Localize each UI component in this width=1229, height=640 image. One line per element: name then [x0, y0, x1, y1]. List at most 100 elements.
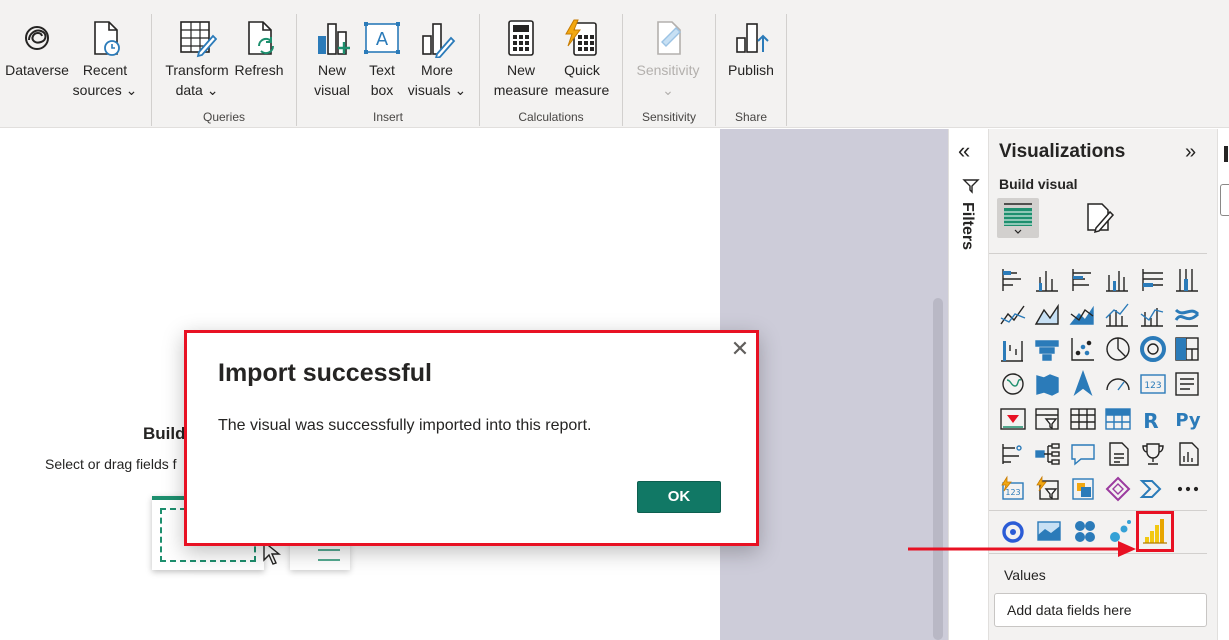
clustered-bar-chart-icon[interactable] [1072, 269, 1091, 291]
filters-label[interactable]: Filters [958, 202, 976, 250]
power-bi-window: Dataverse Recent sources ⌄ Transform dat… [0, 0, 1229, 640]
sensitivity-button[interactable]: Sensitivity ⌄ [632, 18, 704, 100]
format-visual-tab[interactable] [1082, 200, 1118, 236]
line-and-clustered-column-icon[interactable] [1140, 308, 1164, 327]
build-visual-subtitle: Select or drag fields f [45, 456, 177, 472]
filters-expand-icon[interactable]: « [958, 138, 970, 164]
waterfall-chart-icon[interactable] [1001, 341, 1023, 362]
power-apps-icon[interactable] [1105, 476, 1131, 502]
filled-map-icon[interactable] [1036, 374, 1059, 396]
multi-row-card-icon[interactable] [1175, 372, 1199, 396]
dialog-close-icon[interactable]: ✕ [728, 338, 752, 362]
calculations-group-label: Calculations [518, 110, 584, 124]
transform-data-button[interactable]: Transform data ⌄ [162, 18, 232, 100]
kpi-icon[interactable] [1000, 408, 1026, 430]
100-stacked-bar-chart-icon[interactable] [1142, 269, 1163, 291]
data-pane-search-edge[interactable] [1220, 184, 1229, 216]
share-group-label: Share [734, 110, 768, 124]
recent-sources-label-1: Recent [82, 62, 128, 78]
azure-map-icon[interactable] [1073, 369, 1093, 396]
add-data-fields-dropzone[interactable]: Add data fields here [994, 593, 1207, 627]
transform-data-icon [180, 21, 217, 58]
decomposition-tree-icon[interactable] [1035, 443, 1060, 465]
transform-data-label-2: data ⌄ [175, 82, 219, 98]
custom-visual-1-icon[interactable] [1002, 521, 1024, 543]
custom-visual-3-icon[interactable] [1075, 521, 1095, 542]
ok-button[interactable]: OK [637, 481, 721, 513]
line-and-column-chart-icon[interactable] [1105, 303, 1129, 327]
build-visual-tab[interactable] [997, 198, 1039, 238]
quick-measure-button[interactable]: Quick measure [552, 18, 612, 100]
scatter-chart-icon[interactable] [1071, 338, 1094, 361]
power-automate-flow-icon[interactable] [1139, 480, 1162, 498]
line-chart-icon[interactable] [1000, 305, 1026, 325]
annotation-arrow-icon [908, 541, 1136, 557]
canvas-scrollbar[interactable] [933, 298, 943, 640]
text-box-label-1: Text [369, 62, 395, 78]
dataverse-label: Dataverse [5, 62, 69, 78]
svg-text:123: 123 [1144, 381, 1161, 391]
build-visual-title: Build [143, 424, 186, 443]
refresh-button[interactable]: Refresh [232, 18, 286, 80]
publish-label: Publish [728, 62, 774, 78]
dataverse-button[interactable]: Dataverse [4, 18, 70, 80]
clustered-column-chart-icon[interactable] [1106, 271, 1128, 292]
python-visual-icon[interactable]: Py [1175, 410, 1201, 431]
key-influencers-icon[interactable] [1002, 444, 1022, 464]
import-success-dialog: ✕ Import successful The visual was succe… [184, 330, 759, 546]
new-measure-button[interactable]: New measure [490, 18, 552, 100]
donut-chart-icon[interactable] [1140, 336, 1166, 362]
custom-visual-2-icon[interactable] [1037, 521, 1061, 541]
r-script-visual-icon[interactable]: R [1143, 409, 1158, 433]
more-visuals-label-2: visuals ⌄ [407, 82, 467, 98]
visualizations-title: Visualizations [999, 141, 1126, 162]
power-automate-icon[interactable] [1072, 478, 1094, 500]
dialog-message: The visual was successfully imported int… [218, 417, 592, 434]
map-icon[interactable] [1002, 373, 1024, 395]
sensitivity-group-label: Sensitivity [641, 110, 697, 124]
publish-button[interactable]: Publish [724, 18, 778, 80]
ribbon: Dataverse Recent sources ⌄ Transform dat… [0, 0, 1229, 128]
queries-group-label: Queries [202, 110, 246, 124]
smart-narrative-icon[interactable] [1109, 442, 1129, 466]
custom-visual-4-icon[interactable] [1110, 520, 1131, 542]
metrics-card-icon[interactable]: 123 [1001, 475, 1024, 500]
gauge-icon[interactable] [1106, 378, 1130, 391]
calculator-icon [508, 20, 534, 56]
recent-sources-button[interactable]: Recent sources ⌄ [72, 18, 138, 100]
stacked-area-chart-icon[interactable] [1069, 305, 1094, 325]
goals-icon[interactable] [1142, 443, 1164, 465]
treemap-icon[interactable] [1175, 337, 1199, 361]
more-visuals-button[interactable]: More visuals ⌄ [407, 18, 467, 100]
quick-measure-label-2: measure [554, 82, 610, 98]
area-chart-icon[interactable] [1034, 303, 1059, 325]
paginated-report-icon[interactable] [1179, 442, 1199, 466]
visualizations-collapse-icon[interactable]: » [1185, 141, 1196, 164]
pie-chart-icon[interactable] [1106, 337, 1130, 361]
slicer-icon[interactable] [1035, 408, 1059, 430]
svg-text:Py: Py [1175, 410, 1201, 431]
stacked-bar-chart-icon[interactable] [1002, 269, 1021, 291]
visual-types-gallery: 123 R Py 123 [1000, 269, 1201, 502]
text-box-button[interactable]: A Text box [358, 18, 406, 100]
refresh-icon [248, 21, 275, 55]
refresh-label: Refresh [234, 62, 284, 78]
more-options-icon[interactable] [1177, 486, 1199, 492]
power-apps-filter-icon[interactable] [1036, 475, 1059, 500]
data-pane-edge-marker [1224, 146, 1228, 162]
matrix-icon[interactable] [1105, 408, 1131, 430]
text-box-label-2: box [370, 82, 394, 98]
funnel-chart-icon[interactable] [1035, 340, 1059, 361]
new-visual-button[interactable]: New visual [307, 18, 357, 100]
new-visual-icon [318, 23, 350, 55]
pane-divider [989, 253, 1207, 254]
qa-icon[interactable] [1071, 444, 1095, 466]
card-icon[interactable]: 123 [1140, 374, 1166, 394]
100-stacked-column-chart-icon[interactable] [1176, 269, 1198, 292]
quick-measure-label-1: Quick [564, 62, 600, 78]
stacked-column-chart-icon[interactable] [1036, 271, 1058, 292]
table-icon[interactable] [1070, 408, 1096, 430]
sensitivity-icon [657, 21, 681, 55]
new-visual-label-2: visual [314, 82, 350, 98]
ribbon-chart-icon[interactable] [1174, 308, 1200, 327]
